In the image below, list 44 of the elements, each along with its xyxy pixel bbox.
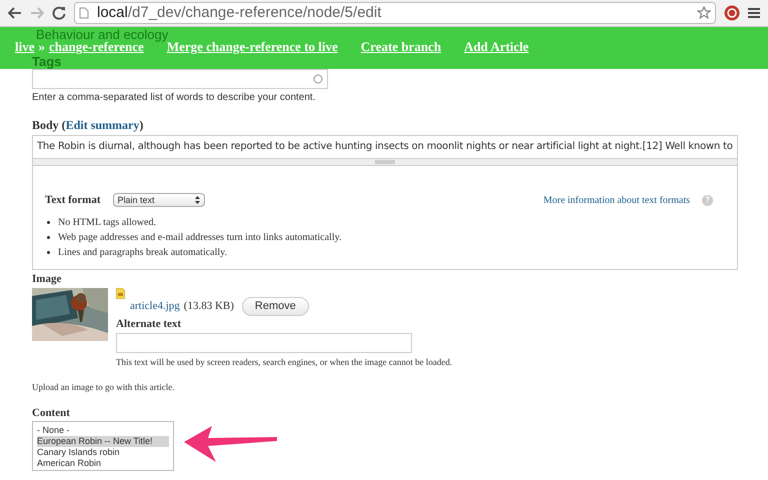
- text-format-select[interactable]: Plain text: [112, 193, 204, 208]
- content-listbox[interactable]: - None - European Robin -- New Title! Canary Islands robin American Robin: [32, 421, 174, 471]
- field-label: Tags: [32, 54, 62, 71]
- reload-icon[interactable]: [52, 6, 66, 20]
- text-format-label: Text format: [45, 193, 100, 208]
- listbox-option[interactable]: - None -: [37, 425, 169, 436]
- format-tip: Lines and paragraphs break automatically.: [58, 246, 228, 260]
- help-text: This text will be used by screen readers, search engines, or when the image cannot be loaded.: [116, 357, 454, 368]
- help-text: Enter a comma-separated list of words to describe your content.: [32, 92, 316, 104]
- body-textarea[interactable]: The Robin is diurnal, although has been reported to be active hunting insects on moonlit nights or near artificial light at night.[12] Well known to: [32, 135, 738, 159]
- remove-button[interactable]: Remove: [242, 297, 309, 316]
- field-label: Content: [32, 407, 71, 420]
- bullet: [47, 236, 50, 238]
- more-info-link[interactable]: More information about text formats: [543, 192, 690, 208]
- tags-field[interactable]: [32, 69, 328, 89]
- listbox-option[interactable]: American Robin: [37, 458, 169, 469]
- field-label: Body (: [32, 118, 66, 132]
- alt-text-field[interactable]: [116, 333, 412, 353]
- menu-icon[interactable]: [748, 7, 760, 19]
- image-file-icon: [116, 288, 125, 299]
- hidden-heading: Behaviour and ecology: [36, 26, 168, 42]
- bullet: [47, 250, 50, 254]
- breadcrumb-separator: »: [38, 39, 45, 56]
- stop-sign-icon[interactable]: [724, 5, 740, 21]
- format-tip: Web page addresses and e-mail addresses turn into links automatically.: [58, 230, 342, 244]
- listbox-option[interactable]: European Robin -- New Title!: [37, 436, 169, 447]
- url-text: local/d7_dev/change-reference/node/5/edit: [97, 2, 382, 23]
- file-size: (13.83 KB): [184, 299, 234, 314]
- bullet: [47, 220, 50, 224]
- listbox-option[interactable]: Canary Islands robin: [37, 447, 169, 458]
- resize-grip[interactable]: [375, 160, 395, 164]
- updown-caret-icon: [194, 196, 200, 204]
- address-bar[interactable]: local/d7_dev/change-reference/node/5/edit: [74, 2, 716, 24]
- star-icon[interactable]: [697, 6, 711, 20]
- field-label-end: ): [139, 118, 144, 132]
- file-link[interactable]: article4.jpg: [130, 298, 180, 315]
- autocomplete-icon: [313, 74, 323, 84]
- back-icon[interactable]: [8, 7, 22, 19]
- help-text: Upload an image to go with this article.: [32, 382, 176, 393]
- field-label: Alternate text: [116, 318, 182, 331]
- field-label: Image: [32, 273, 62, 286]
- edit-summary-link[interactable]: Edit summary: [66, 118, 140, 132]
- format-tip: No HTML tags allowed.: [58, 216, 156, 230]
- page-icon: [79, 7, 89, 19]
